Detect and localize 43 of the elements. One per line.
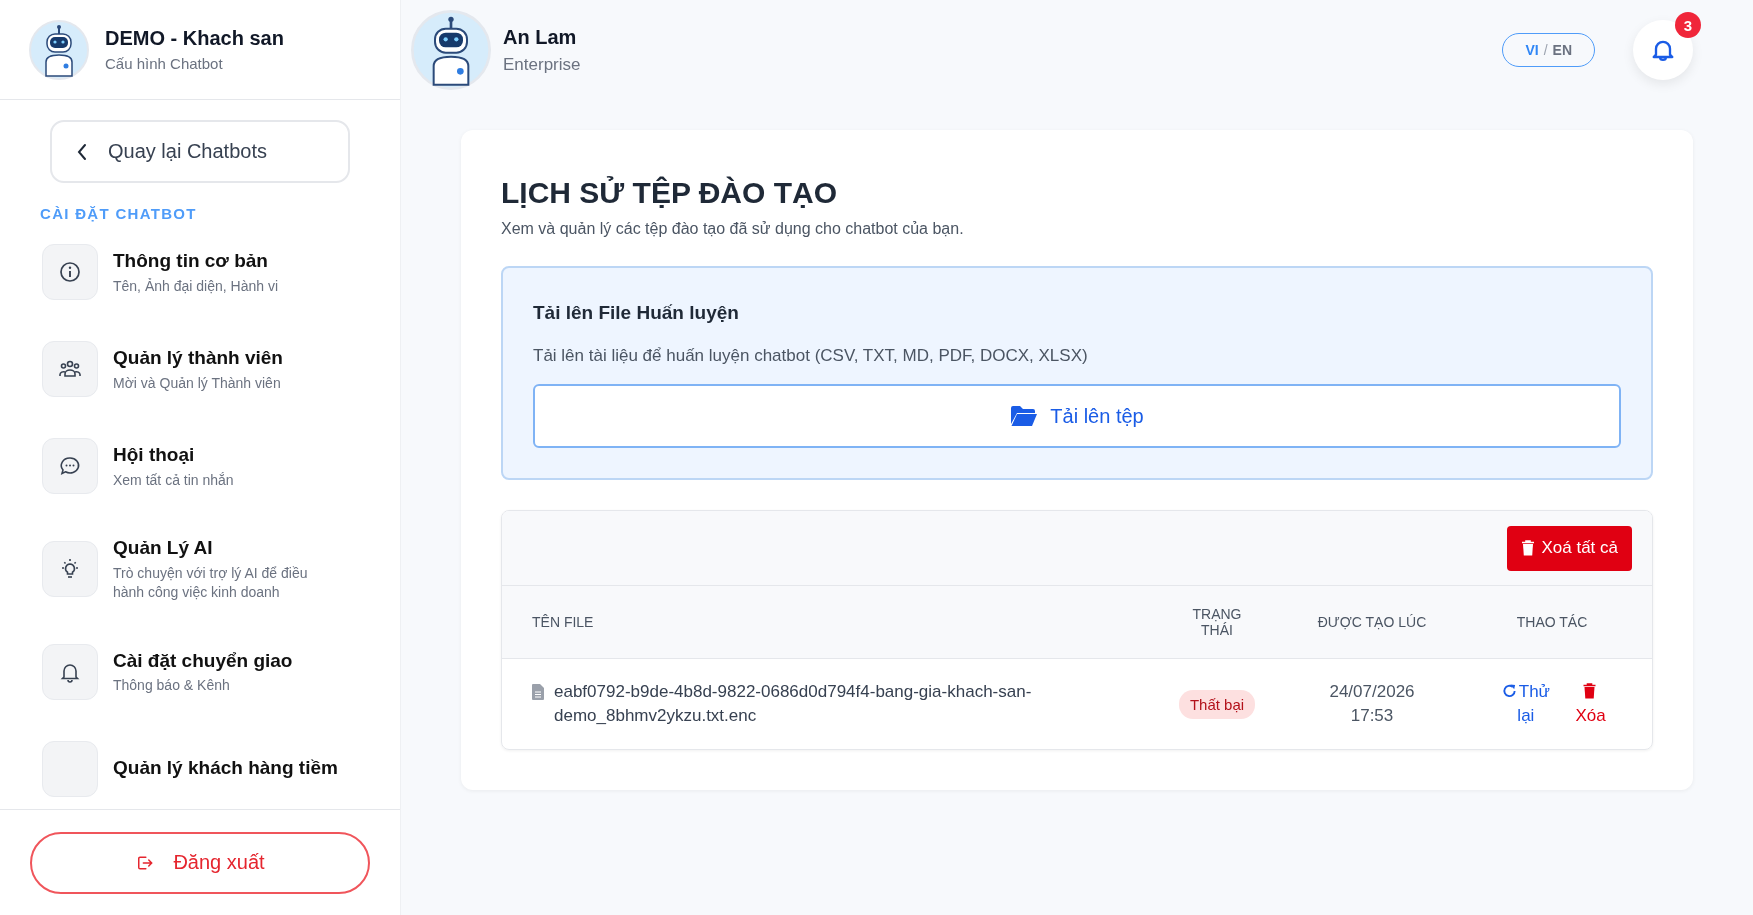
item-subtitle: Mời và Quản lý Thành viên bbox=[113, 373, 281, 393]
upload-description: Tải lên tài liệu để huấn luyện chatbot (CSV, TXT, MD, PDF, DOCX, XLSX) bbox=[533, 346, 1089, 366]
created-time: 24/07/2026 17:53 bbox=[1328, 681, 1416, 727]
logout-button[interactable]: Đăng xuất bbox=[30, 831, 370, 894]
language-option[interactable]: EN bbox=[1552, 42, 1572, 58]
item-title: Quản Lý AI bbox=[113, 536, 213, 560]
page-description: Xem và quản lý các tệp đào tạo đã sử dụng cho chatbot của bạn. bbox=[501, 220, 965, 238]
column-header: TRẠNG THÁI bbox=[1191, 606, 1243, 638]
column-header: TÊN FILE bbox=[532, 614, 595, 630]
page-title: LỊCH SỬ TỆP ĐÀO TẠO bbox=[501, 176, 839, 210]
item-title: Hội thoại bbox=[113, 442, 195, 467]
sidebar-item[interactable]: Thông tin cơ bản Tên, Ảnh đại diện, Hành vi bbox=[42, 244, 400, 300]
status-badge: Thất bại bbox=[1178, 689, 1256, 719]
item-subtitle: Tên, Ảnh đại diện, Hành vi bbox=[113, 276, 278, 296]
retry-link[interactable]: Thử lại bbox=[1498, 680, 1554, 728]
sidebar-item[interactable]: Cài đặt chuyển giao Thông báo & Kênh bbox=[42, 643, 400, 700]
section-label: CÀI ĐẶT CHATBOT bbox=[40, 205, 198, 222]
language-separator: / bbox=[1543, 42, 1548, 58]
item-title: Quản lý thành viên bbox=[113, 345, 283, 370]
chatbot-subtitle: Cấu hình Chatbot bbox=[105, 55, 224, 72]
user-name: An Lam bbox=[503, 25, 578, 49]
column-header: THAO TÁC bbox=[1515, 614, 1589, 630]
delete-link[interactable]: Xóa bbox=[1575, 680, 1606, 728]
sidebar-item[interactable]: Quản lý thành viên Mời và Quản lý Thành viên bbox=[42, 341, 400, 397]
delete-all-button[interactable]: Xoá tất cả bbox=[1507, 525, 1632, 571]
back-button[interactable]: Quay lại Chatbots bbox=[50, 120, 350, 183]
upload-title: Tải lên File Huấn luyện bbox=[533, 302, 740, 324]
item-title: Cài đặt chuyển giao bbox=[113, 648, 293, 673]
item-subtitle: Thông báo & Kênh bbox=[113, 676, 230, 696]
file-name: eabf0792-b9de-4b8d-9822-0686d0d794f4-bang-gia-khach-san-demo_8bhmv2ykzu.txt.enc bbox=[554, 681, 1033, 727]
sidebar-item[interactable]: Hội thoại Xem tất cả tin nhắn bbox=[42, 438, 400, 494]
item-subtitle: Xem tất cả tin nhắn bbox=[113, 470, 234, 490]
item-title: Thông tin cơ bản bbox=[113, 248, 268, 273]
item-subtitle: Trò chuyện với trợ lý AI để điều hành công việc kinh doanh bbox=[113, 563, 309, 603]
chatbot-name: DEMO - Khach san bbox=[105, 27, 284, 50]
item-title: Quản lý khách hàng tiềm bbox=[113, 756, 338, 781]
language-option[interactable]: VI bbox=[1525, 42, 1539, 58]
upload-button[interactable]: Tải lên tệp bbox=[533, 384, 1621, 448]
sidebar-item[interactable]: Quản lý khách hàng tiềm bbox=[42, 740, 400, 797]
column-header: ĐƯỢC TẠO LÚC bbox=[1316, 614, 1428, 630]
sidebar-item[interactable]: Quản Lý AI Trò chuyện với trợ lý AI để điều hành công việc kinh doanh bbox=[42, 535, 400, 603]
notification-badge: 3 bbox=[1675, 12, 1701, 38]
plan-label: Enterprise bbox=[503, 54, 581, 75]
